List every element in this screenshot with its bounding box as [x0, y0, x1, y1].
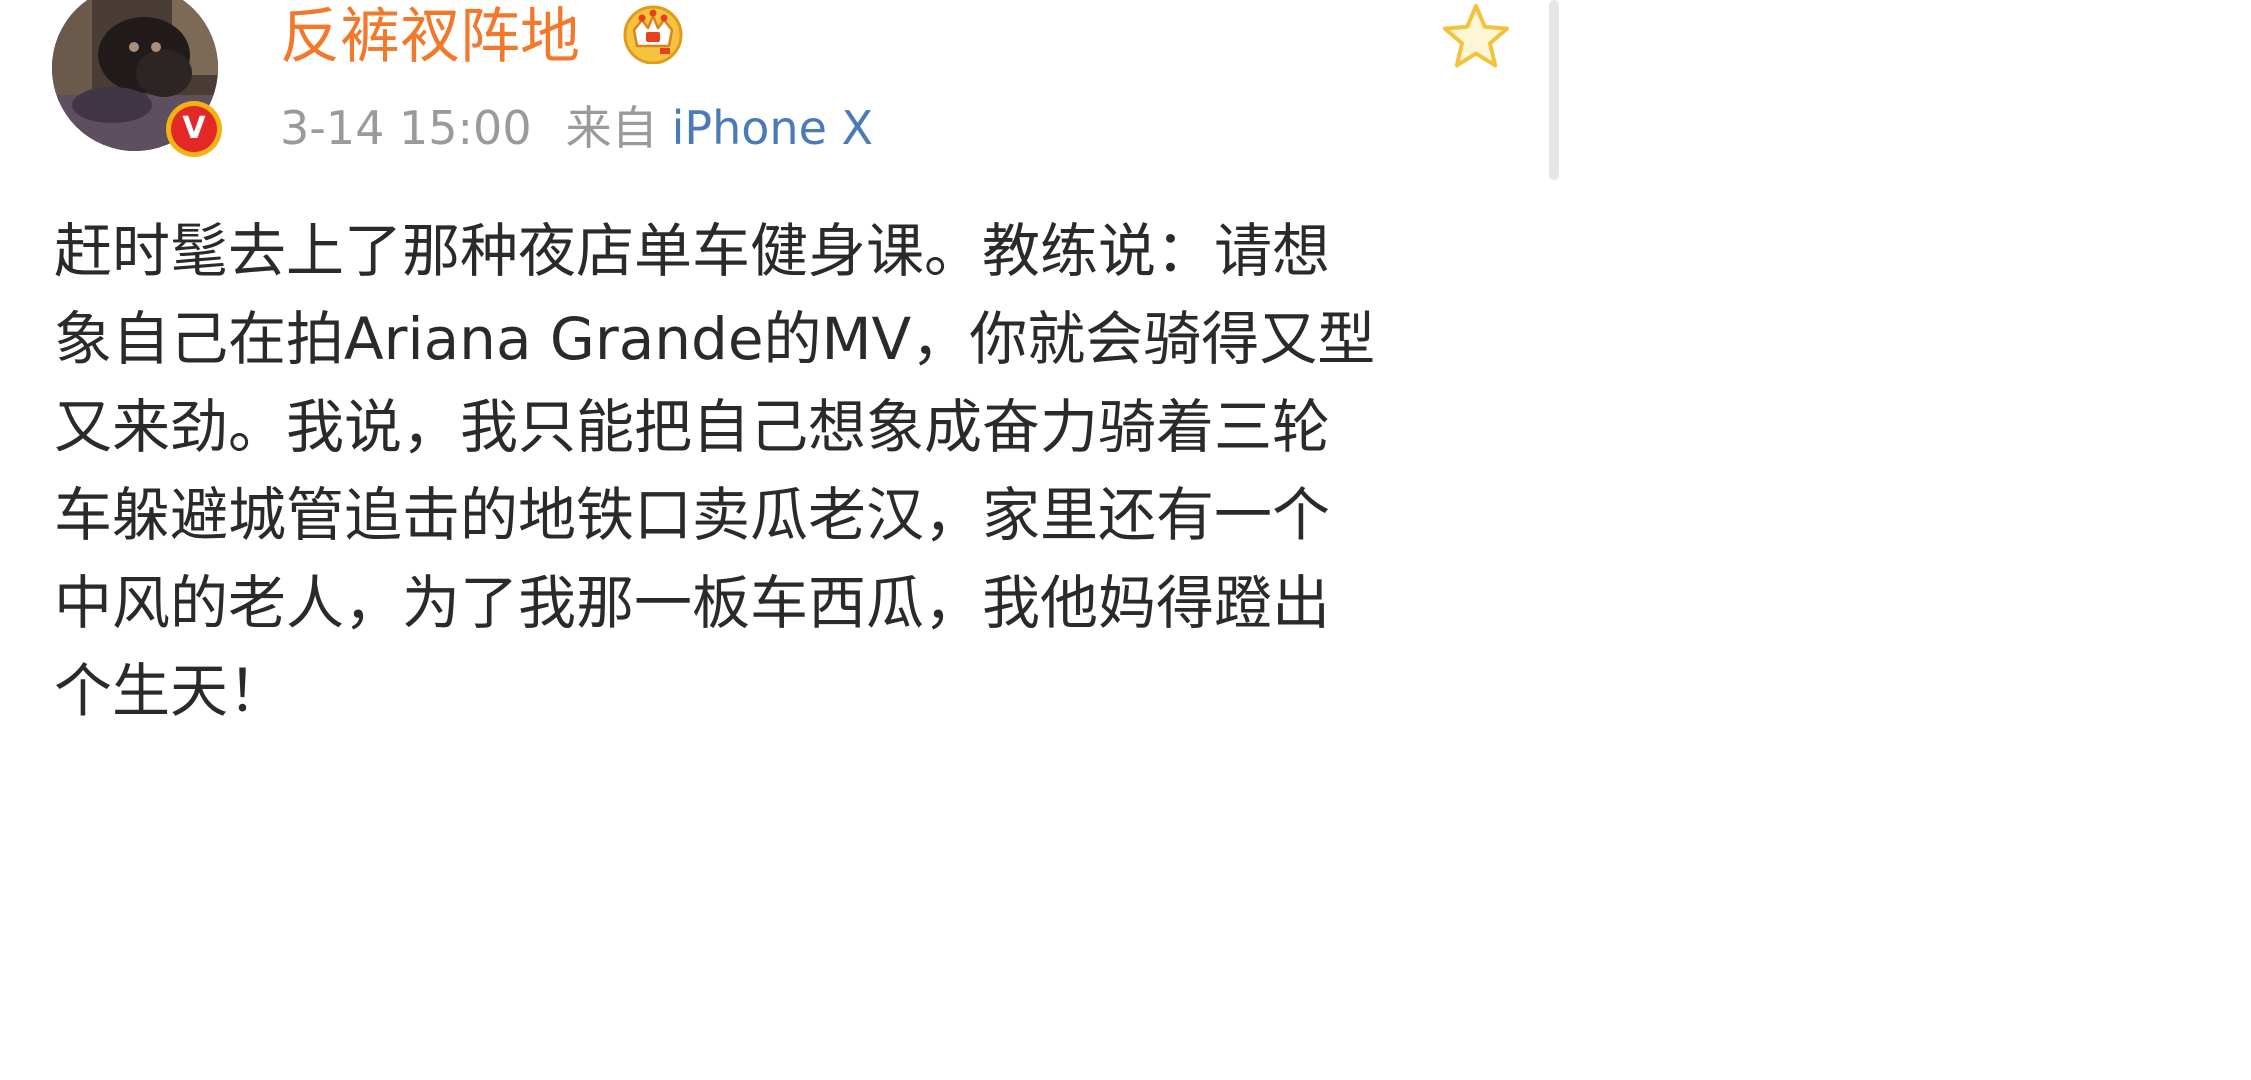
- author-avatar-group[interactable]: V: [52, 0, 227, 160]
- crown-icon[interactable]: [620, 2, 686, 64]
- post-meta: 3-14 15:00 来自 iPhone X: [280, 100, 873, 156]
- post-body-line: 又来劲。我说，我只能把自己想象成奋力骑着三轮: [54, 393, 1331, 461]
- post-body-line: 车躲避城管追击的地铁口卖瓜老汉，家里还有一个: [54, 481, 1331, 549]
- post-body-line: 象自己在拍Ariana Grande的MV，你就会骑得又型: [54, 305, 1376, 373]
- post-body: 赶时髦去上了那种夜店单车健身课。教练说：请想 象自己在拍Ariana Grand…: [54, 207, 1494, 735]
- post-body-line: 赶时髦去上了那种夜店单车健身课。教练说：请想: [54, 217, 1331, 285]
- source-device-link[interactable]: iPhone X: [672, 101, 873, 155]
- verified-v-icon: V: [171, 106, 217, 152]
- post-body-line: 中风的老人，为了我那一板车西瓜，我他妈得蹬出: [54, 569, 1331, 637]
- source-prefix: 来自: [565, 101, 658, 155]
- post-timestamp: 3-14 15:00: [280, 101, 532, 155]
- post-body-line: 个生天！: [54, 657, 287, 725]
- verified-badge: V: [166, 101, 222, 157]
- scrollbar[interactable]: [1549, 0, 1559, 180]
- author-username[interactable]: 反裤衩阵地: [280, 2, 580, 72]
- star-outline-icon[interactable]: [1440, 2, 1512, 72]
